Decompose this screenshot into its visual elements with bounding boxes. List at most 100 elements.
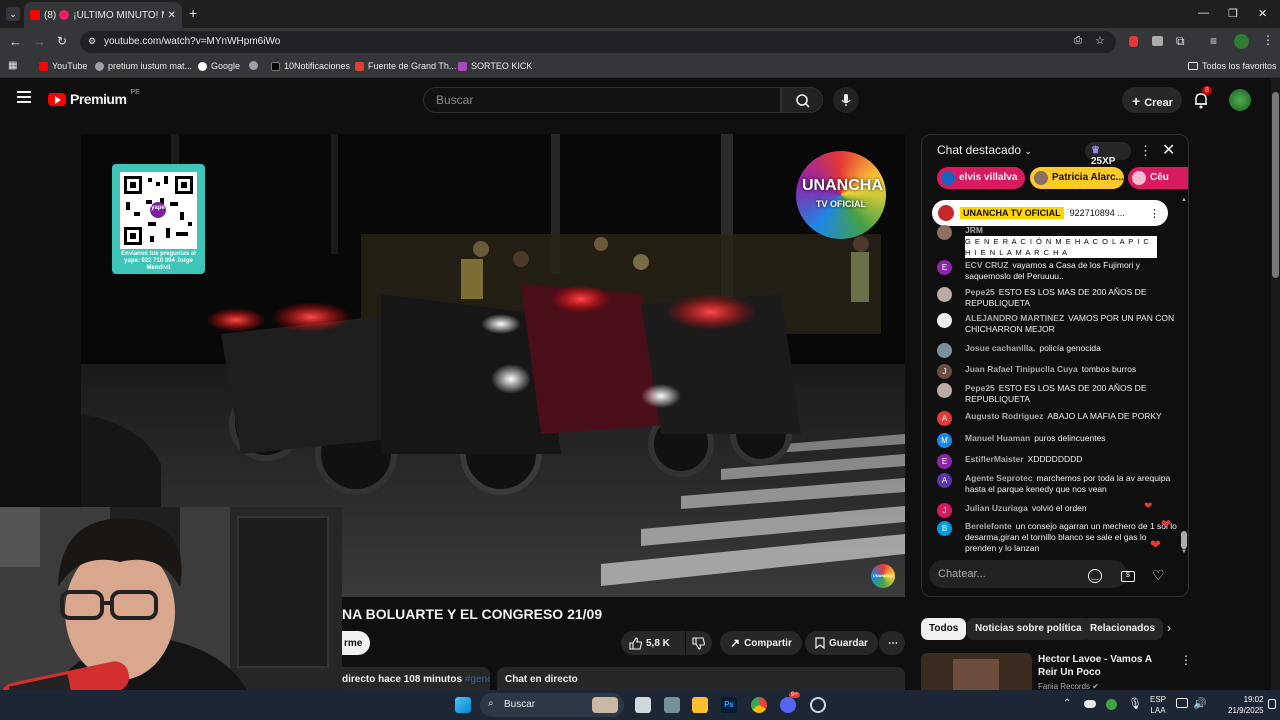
chat-author[interactable]: Agente Seprotec [965,473,1033,483]
pinned-message[interactable]: UNANCHA TV OFICIAL 922710894 ... ⋮ [932,200,1168,226]
app-icon[interactable] [664,697,680,713]
chat-avatar[interactable]: J [937,364,952,379]
bookmark-fuente[interactable]: Fuente de Grand Th... [355,61,456,71]
account-avatar[interactable] [1229,89,1251,111]
extensions-puzzle-icon[interactable]: ⧉ [1176,34,1185,49]
chat-message[interactable]: Pepe25 ESTO ES LOS MAS DE 200 AÑOS DE REP… [937,287,1177,309]
create-button[interactable]: + Crear [1122,87,1182,113]
close-window-icon[interactable]: ✕ [1258,7,1267,20]
chat-avatar[interactable] [937,383,952,398]
install-icon[interactable]: ⎙ [1074,35,1082,46]
chip-todos[interactable]: Todos [921,618,967,640]
chat-author[interactable]: Augusto Rodriguez [965,411,1043,421]
youtube-logo[interactable]: Premium PE [48,89,140,107]
chat-avatar[interactable]: M [937,433,952,448]
chat-author[interactable]: Pepe25 [965,287,995,297]
share-button[interactable]: ↗ Compartir [720,631,802,655]
tab-close-icon[interactable]: ✕ [168,10,176,21]
chat-scrollbar[interactable]: ▲ ▼ [1181,197,1187,557]
chat-author[interactable]: ALEJANDRO MARTINEZ [965,313,1064,323]
chat-avatar[interactable] [937,313,952,328]
chrome-icon[interactable] [751,697,767,713]
address-bar[interactable]: ⚙ youtube.com/watch?v=MYnWHpm6iWo ⎙ ☆ [80,31,1116,53]
all-bookmarks[interactable]: Todos los favoritos [1188,61,1277,71]
chat-message[interactable]: A Agente Seprotec marchemos por toda la av… [937,473,1177,495]
chat-close-icon[interactable]: ✕ [1162,140,1175,160]
like-button[interactable]: 5,8 K [621,631,685,655]
reload-icon[interactable]: ↻ [57,34,67,48]
bookmark-blank[interactable] [249,61,258,70]
chip-relacionados[interactable]: Relacionados [1082,618,1164,640]
tray-chevron-icon[interactable]: ⌃ [1063,698,1071,709]
taskbar-search[interactable]: ⌕ Buscar [480,693,624,717]
chat-message[interactable]: E EstiflerMaister XDDDDDDDD [937,454,1177,469]
chat-author[interactable]: Berelefonte [965,521,1012,531]
apps-grid-icon[interactable]: ▦ [8,60,17,71]
chat-avatar[interactable] [937,343,952,358]
volume-icon[interactable]: 🔊 [1193,697,1207,710]
bookmark-sorteo-kick[interactable]: SORTEO KICK [458,61,532,71]
chat-author[interactable]: Julian Uzuriaga [965,503,1028,513]
extension-icon[interactable] [1152,36,1163,46]
chat-message[interactable]: J Juan Rafael Tinipuclla Cuya tombos burro… [937,364,1177,379]
site-info-icon[interactable]: ⚙ [88,36,96,47]
chat-message[interactable]: Pepe25 ESTO ES LOS MAS DE 200 AÑOS DE REP… [937,383,1177,405]
chat-menu-icon[interactable]: ⋮ [1139,143,1152,159]
search-input[interactable]: Buscar [423,87,781,113]
chip-noticias[interactable]: Noticias sobre política [967,618,1090,640]
chat-message[interactable]: JRM G E N E R A C I Ó N M E H A C O L A P… [937,225,1177,258]
super-chat-icon[interactable]: $ [1121,571,1135,582]
restore-icon[interactable]: ❐ [1228,7,1238,20]
notification-center-icon[interactable] [1268,699,1276,709]
search-button[interactable] [781,87,823,113]
chat-author[interactable]: Josue cachanilla. [965,343,1035,353]
chat-author[interactable]: ECV CRUZ [965,260,1008,270]
donor-ticker-item[interactable]: Patricia Alarc... [1030,167,1124,189]
chat-avatar[interactable]: E [937,454,952,469]
forward-icon[interactable]: → [33,34,46,49]
bookmark-youtube[interactable]: YouTube [39,61,87,71]
chat-avatar[interactable]: J [937,503,952,518]
xp-badge[interactable]: ♛ 25XP [1085,142,1131,167]
chat-mode-dropdown[interactable]: Chat destacado ⌄ [937,143,1032,157]
windows-start-icon[interactable] [455,697,471,713]
chat-message[interactable]: E ECV CRUZ vayamos a Casa de los Fujimori … [937,260,1177,282]
live-chat-replay-box[interactable]: Chat en directo [497,667,905,690]
reading-list-icon[interactable]: ≡ [1210,34,1217,48]
language-indicator[interactable]: ESP LAA [1150,694,1166,716]
chat-author[interactable]: Manuel Huaman [965,433,1030,443]
photoshop-icon[interactable]: Ps [721,697,737,713]
dislike-button[interactable] [686,631,712,655]
related-menu-icon[interactable]: ⋮ [1180,653,1192,667]
chat-avatar[interactable]: A [937,411,952,426]
channel-watermark[interactable]: UNANCHA [871,564,895,588]
like-heart-button[interactable]: ♡ [1152,567,1165,584]
chat-message[interactable]: B Berelefonte un consejo agarran un mecher… [937,521,1177,554]
profile-avatar[interactable] [1234,34,1249,49]
tray-app-icon[interactable] [1106,699,1117,710]
donor-ticker-item[interactable]: Cêu [1128,167,1188,189]
onedrive-icon[interactable] [1084,700,1096,708]
chat-avatar[interactable]: A [937,473,952,488]
description-box[interactable]: directo hace 108 minutos #gene [342,667,490,690]
task-view-icon[interactable] [635,697,651,713]
chat-author[interactable]: JRM [965,225,1173,236]
page-scrollbar[interactable] [1271,78,1280,690]
discord-icon[interactable]: 9+ [780,692,800,713]
back-icon[interactable]: ← [9,34,22,49]
chat-avatar[interactable]: B [937,521,952,536]
chat-avatar[interactable]: E [937,260,952,275]
chat-message[interactable]: A Augusto Rodriguez ABAJO LA MAFIA DE PORK… [937,411,1177,426]
related-thumbnail[interactable] [921,653,1032,690]
chat-scroll-thumb[interactable] [1181,531,1187,549]
app-record-icon[interactable] [810,697,826,713]
extension-red-icon[interactable] [1129,36,1138,47]
chat-author[interactable]: EstiflerMaister [965,454,1024,464]
browser-tab[interactable]: (8) ¡ÚLTIMO MINUTO! MARC ✕ [24,2,182,28]
tab-search-icon[interactable]: ⌄ [6,7,20,21]
chat-message[interactable]: M Manuel Huaman puros delincuentes [937,433,1177,448]
chips-next-icon[interactable]: › [1167,621,1171,635]
video-hashtag[interactable]: #gene [465,674,490,685]
save-button[interactable]: Guardar [805,631,878,655]
chat-author[interactable]: Pepe25 [965,383,995,393]
